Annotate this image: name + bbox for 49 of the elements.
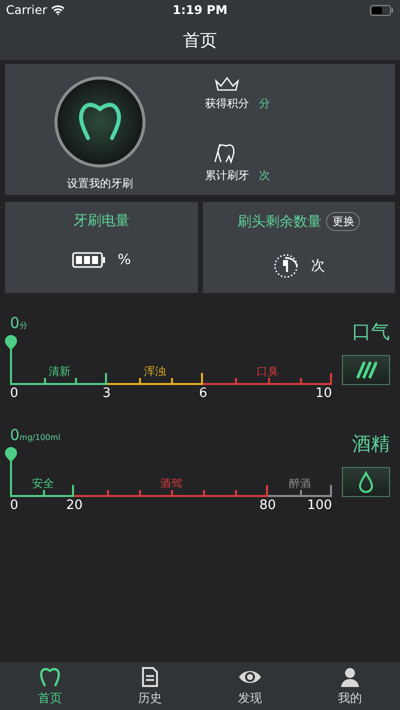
battery-icon [370, 4, 394, 16]
alcohol-button[interactable] [342, 467, 390, 497]
stat-unit: 分 [259, 96, 270, 111]
tab[interactable]: 我的 [300, 662, 400, 710]
replace-button[interactable]: 更换 [326, 212, 360, 231]
breath-button[interactable] [342, 355, 390, 385]
wifi-icon [51, 5, 66, 15]
zone-label: 安全 [31, 476, 56, 491]
tick-label: 10 [315, 387, 332, 400]
battery-unit: % [118, 252, 131, 268]
document-icon [139, 666, 161, 688]
zone-label: 清新 [47, 364, 72, 379]
card-title: 牙刷电量 [73, 212, 130, 230]
zone-label: 酒驾 [158, 476, 183, 491]
count-unit: 次 [310, 257, 325, 275]
stat-label: 累计刷牙 [205, 168, 249, 183]
drop-icon [358, 471, 374, 493]
tick-label: 100 [307, 499, 332, 512]
device-label[interactable]: 设置我的牙刷 [67, 176, 133, 191]
tooth-icon[interactable] [54, 76, 146, 168]
tooth-icon [38, 666, 62, 688]
stat-unit: 次 [259, 168, 270, 183]
tab[interactable]: 历史 [100, 662, 200, 710]
battery-icon [72, 252, 106, 268]
zone-label: 醉酒 [288, 476, 312, 491]
stat-label: 获得积分 [205, 96, 249, 111]
tooth-icon [213, 142, 237, 164]
tick-label: 80 [259, 499, 276, 512]
carrier-name: Carrier [6, 3, 48, 17]
tick-label: 20 [66, 499, 83, 512]
tick-label: 6 [199, 387, 208, 400]
person-icon [339, 666, 361, 688]
waves-icon [355, 361, 377, 379]
gauge-title: 酒精 [352, 432, 390, 457]
clock-time: 1:19 PM [172, 3, 228, 17]
gauge-reading: 0分 [10, 315, 29, 331]
brush-head-icon [272, 253, 299, 279]
tick-label: 0 [10, 387, 18, 400]
page-title: 首页 [183, 30, 217, 52]
tick-label: 3 [102, 387, 111, 400]
tab[interactable]: 发现 [200, 662, 300, 710]
tick-label: 0 [10, 499, 18, 512]
zone-label: 口臭 [256, 364, 280, 379]
card-title: 刷头剩余数量 [237, 212, 322, 230]
zone-label: 浑浊 [142, 364, 167, 379]
tab[interactable]: 首页 [0, 662, 100, 710]
gauge-title: 口气 [352, 320, 390, 345]
crown-icon [213, 76, 241, 92]
gauge-reading: 0mg/100ml [10, 427, 62, 443]
